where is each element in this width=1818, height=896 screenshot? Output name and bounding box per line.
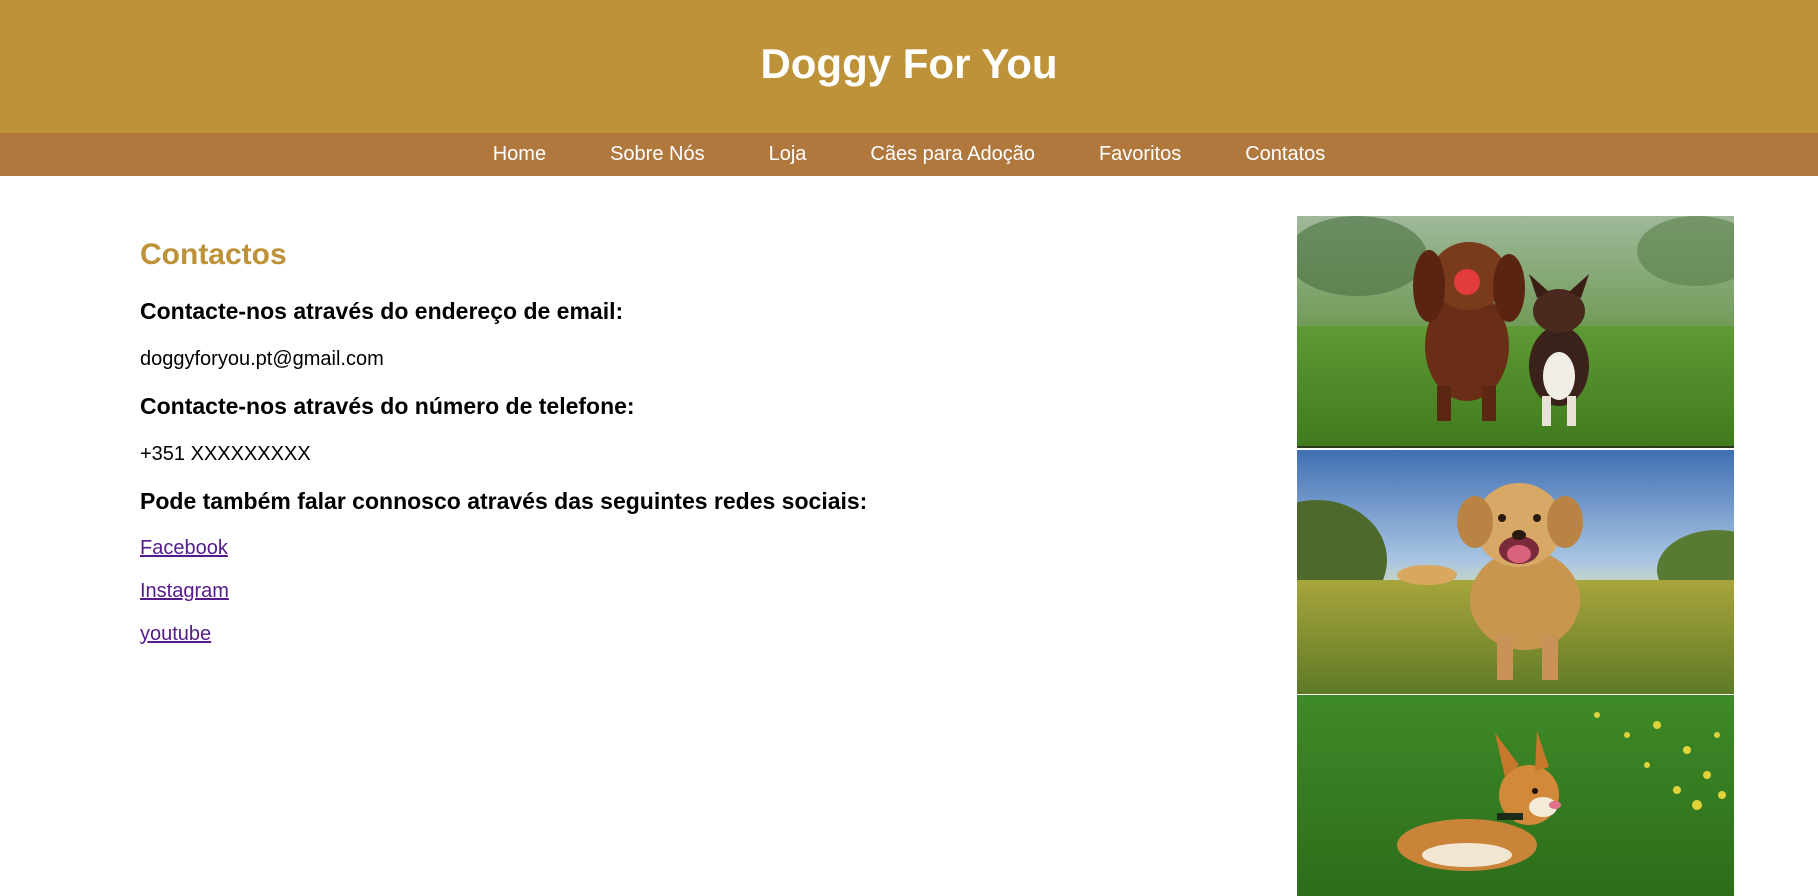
phone-number: +351 XXXXXXXXX <box>140 443 311 465</box>
phone-heading: Contacte-nos através do número de telefo… <box>140 393 635 419</box>
nav-item-favoritos[interactable]: Favoritos <box>1099 143 1181 166</box>
email-heading: Contacte-nos através do endereço de emai… <box>140 298 624 324</box>
nav-item-sobre-nos[interactable]: Sobre Nós <box>610 143 705 166</box>
nav-item-loja[interactable]: Loja <box>769 143 807 166</box>
image-column <box>1297 216 1734 896</box>
site-title: Doggy For You <box>760 40 1058 87</box>
facebook-link[interactable]: Facebook <box>140 537 1240 560</box>
page-title: Contactos <box>140 238 287 271</box>
email-address: doggyforyou.pt@gmail.com <box>140 348 384 370</box>
two-dogs-running-photo <box>1297 216 1734 448</box>
instagram-link[interactable]: Instagram <box>140 580 1240 603</box>
social-heading: Pode também falar connosco através das s… <box>140 488 868 514</box>
golden-retriever-running-photo <box>1297 450 1734 694</box>
nav-item-caes-para-adocao[interactable]: Cães para Adoção <box>870 143 1035 166</box>
corgi-in-grass-photo <box>1297 695 1734 896</box>
nav-item-contatos[interactable]: Contatos <box>1245 143 1325 166</box>
main-content: Contactos Contacte-nos através do endere… <box>140 176 1240 646</box>
main-nav: Home Sobre Nós Loja Cães para Adoção Fav… <box>0 133 1818 176</box>
youtube-link[interactable]: youtube <box>140 623 1240 646</box>
nav-item-home[interactable]: Home <box>493 143 546 166</box>
site-header: Doggy For You <box>0 0 1818 133</box>
